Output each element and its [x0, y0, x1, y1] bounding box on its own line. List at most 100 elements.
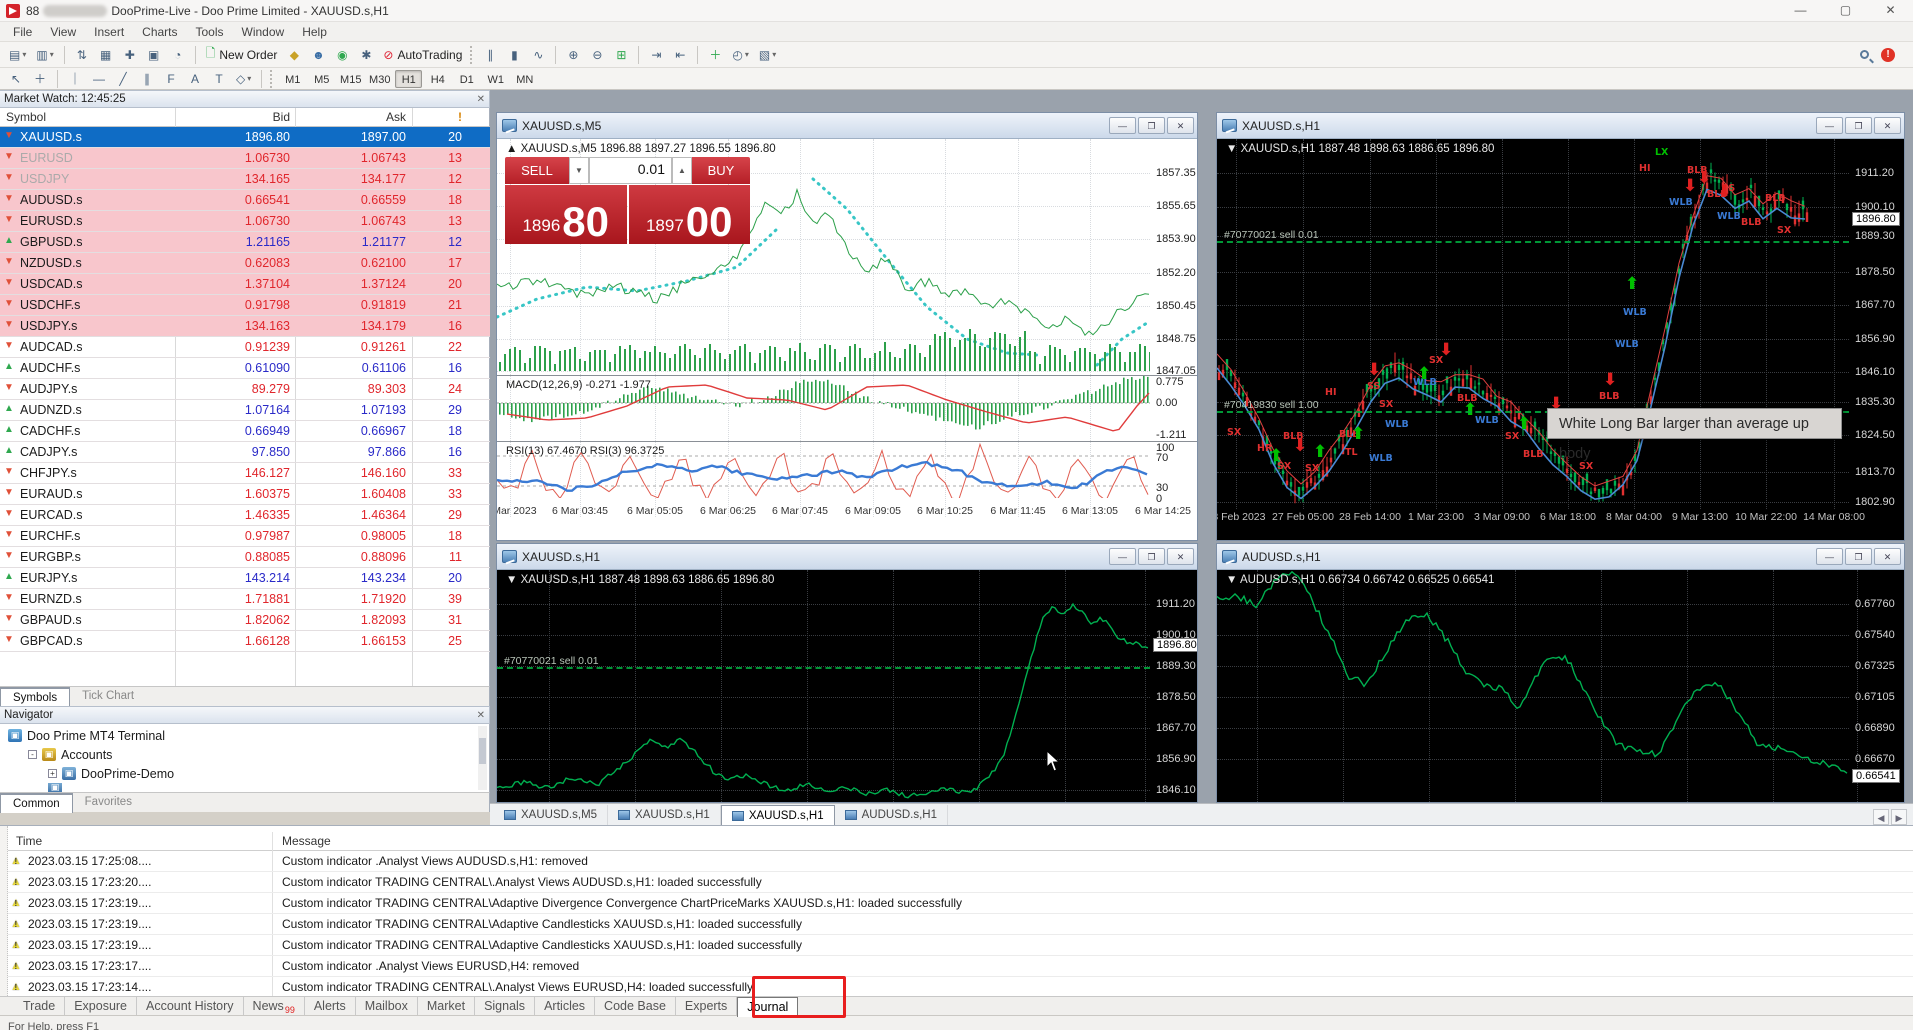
timeframe-h1[interactable]: H1 [395, 70, 422, 88]
timeframe-m5[interactable]: M5 [308, 70, 335, 88]
chart-minimize-button[interactable]: — [1109, 117, 1136, 134]
market-watch-row-euraud.s[interactable]: ▼EURAUD.s1.603751.6040833 [0, 484, 490, 505]
market-watch-row-gbpusd.s[interactable]: ▲GBPUSD.s1.211651.2117712 [0, 232, 490, 253]
chart-minimize-button[interactable]: — [1816, 548, 1843, 565]
options-button[interactable]: ✱ [355, 45, 377, 65]
candlesticks-button[interactable]: ▮ [503, 45, 525, 65]
journal-row[interactable]: 2023.03.15 17:23:19....Custom indicator … [8, 893, 1913, 914]
close-button[interactable]: ✕ [1868, 0, 1913, 21]
vertical-line-button[interactable]: ｜ [64, 69, 86, 89]
market-watch-row-audnzd.s[interactable]: ▲AUDNZD.s1.071641.0719329 [0, 400, 490, 421]
chart-canvas[interactable]: ▼ AUDUSD.s,H1 0.66734 0.66742 0.66525 0.… [1217, 570, 1904, 802]
market-watch-row-usdchf.s[interactable]: ▼USDCHF.s0.917980.9181921 [0, 295, 490, 316]
zoom-out-button[interactable]: ⊖ [586, 45, 608, 65]
chart-close-button[interactable]: ✕ [1167, 548, 1194, 565]
chart-close-button[interactable]: ✕ [1874, 548, 1901, 565]
chart-restore-button[interactable]: ❐ [1138, 117, 1165, 134]
journal-row[interactable]: 2023.03.15 17:23:20....Custom indicator … [8, 872, 1913, 893]
market-watch-row-cadjpy.s[interactable]: ▲CADJPY.s97.85097.86616 [0, 442, 490, 463]
market-watch-row-eurnzd.s[interactable]: ▼EURNZD.s1.718811.7192039 [0, 589, 490, 610]
timeframe-h4[interactable]: H4 [424, 70, 451, 88]
zoom-in-button[interactable]: ⊕ [562, 45, 584, 65]
navigator-button[interactable]: ✚ [119, 45, 141, 65]
signals-button[interactable]: ◉ [331, 45, 353, 65]
timeframe-mn[interactable]: MN [511, 70, 538, 88]
market-watch-row-gbpcad.s[interactable]: ▼GBPCAD.s1.661281.6615325 [0, 631, 490, 652]
periods-button[interactable]: ◴▾ [728, 45, 753, 65]
menu-tools[interactable]: Tools [187, 22, 233, 42]
chart-window-titlebar[interactable]: XAUUSD.s,M5—❐✕ [497, 113, 1197, 139]
journal-row[interactable]: 2023.03.15 17:25:08....Custom indicator … [8, 851, 1913, 872]
channel-button[interactable]: ∥ [136, 69, 158, 89]
text-button[interactable]: A [184, 69, 206, 89]
terminal-tab-articles[interactable]: Articles [535, 997, 595, 1017]
volume-decrease-button[interactable]: ▼ [569, 157, 589, 184]
chart-tab-2[interactable]: XAUUSD.s,H1 [721, 805, 835, 825]
terminal-tab-signals[interactable]: Signals [475, 997, 535, 1017]
chart-window-titlebar[interactable]: AUDUSD.s,H1—❐✕ [1217, 544, 1904, 570]
cursor-button[interactable]: ↖ [5, 69, 27, 89]
line-chart-button[interactable]: ∿ [527, 45, 549, 65]
menu-file[interactable]: File [4, 22, 41, 42]
chart-tab-1[interactable]: XAUUSD.s,H1 [608, 805, 721, 825]
terminal-tab-account-history[interactable]: Account History [137, 997, 244, 1017]
market-watch-row-eurgbp.s[interactable]: ▼EURGBP.s0.880850.8809611 [0, 547, 490, 568]
terminal-grip[interactable] [0, 826, 8, 1016]
menu-view[interactable]: View [41, 22, 85, 42]
timeframe-m15[interactable]: M15 [337, 70, 364, 88]
chart-minimize-button[interactable]: — [1109, 548, 1136, 565]
menu-insert[interactable]: Insert [85, 22, 133, 42]
market-watch-row-eurusd[interactable]: ▼EURUSD1.067301.0674313 [0, 148, 490, 169]
market-watch-close-icon[interactable]: ✕ [477, 94, 485, 105]
templates-button[interactable]: ▧▾ [755, 45, 780, 65]
fibonacci-button[interactable]: F [160, 69, 182, 89]
terminal-tab-alerts[interactable]: Alerts [305, 997, 356, 1017]
market-watch-row-audusd.s[interactable]: ▼AUDUSD.s0.665410.6655918 [0, 190, 490, 211]
sell-button[interactable]: SELL [505, 157, 569, 184]
journal-row[interactable]: 2023.03.15 17:23:19....Custom indicator … [8, 935, 1913, 956]
indicators-button[interactable]: ＋ [704, 45, 726, 65]
chart-restore-button[interactable]: ❐ [1138, 548, 1165, 565]
metaeditor-button[interactable]: ◆ [283, 45, 305, 65]
mql5-community-button[interactable]: ☻ [307, 45, 329, 65]
text-label-button[interactable]: T [208, 69, 230, 89]
buy-button[interactable]: BUY [692, 157, 750, 184]
volume-increase-button[interactable]: ▲ [672, 157, 692, 184]
terminal-tab-market[interactable]: Market [418, 997, 475, 1017]
navigator-item-dooprime-demo[interactable]: +▣DooPrime-Demo [48, 764, 174, 783]
menu-help[interactable]: Help [293, 22, 336, 42]
chart-tab-3[interactable]: AUDUSD.s,H1 [835, 805, 948, 825]
buy-price-button[interactable]: 189700 [629, 185, 751, 244]
market-watch-row-chfjpy.s[interactable]: ▼CHFJPY.s146.127146.16033 [0, 463, 490, 484]
market-watch-row-nzdusd.s[interactable]: ▼NZDUSD.s0.620830.6210017 [0, 253, 490, 274]
market-watch-row-eurjpy.s[interactable]: ▲EURJPY.s143.214143.23420 [0, 568, 490, 589]
terminal-tab-code-base[interactable]: Code Base [595, 997, 676, 1017]
journal-row[interactable]: 2023.03.15 17:23:14....Custom indicator … [8, 977, 1913, 996]
chart-window-titlebar[interactable]: XAUUSD.s,H1—❐✕ [1217, 113, 1904, 139]
market-watch-row-usdcad.s[interactable]: ▼USDCAD.s1.371041.3712420 [0, 274, 490, 295]
menu-charts[interactable]: Charts [133, 22, 186, 42]
terminal-tab-news[interactable]: News99 [244, 997, 305, 1017]
chart-window-titlebar[interactable]: XAUUSD.s,H1—❐✕ [497, 544, 1197, 570]
tab-scroll-left-icon[interactable]: ◀ [1873, 809, 1889, 825]
market-watch-row-audcad.s[interactable]: ▼AUDCAD.s0.912390.9126122 [0, 337, 490, 358]
bar-chart-button[interactable]: ∥ [479, 45, 501, 65]
data-window-button[interactable]: ▦ [95, 45, 117, 65]
navigator-item-accounts[interactable]: -▣Accounts [28, 745, 112, 764]
navigator-item-doo-prime-mt4-terminal[interactable]: ▣Doo Prime MT4 Terminal [8, 726, 165, 745]
timeframe-d1[interactable]: D1 [453, 70, 480, 88]
market-watch-row-eurusd.s[interactable]: ▼EURUSD.s1.067301.0674313 [0, 211, 490, 232]
terminal-tab-experts[interactable]: Experts [676, 997, 737, 1017]
strategy-tester-button[interactable]: ◔ [167, 45, 189, 65]
timeframe-m1[interactable]: M1 [279, 70, 306, 88]
chart-close-button[interactable]: ✕ [1874, 117, 1901, 134]
minimize-button[interactable]: — [1778, 0, 1823, 21]
market-watch-row-usdjpy.s[interactable]: ▼USDJPY.s134.163134.17916 [0, 316, 490, 337]
chart-shift-button[interactable]: ⇤ [669, 45, 691, 65]
timeframe-w1[interactable]: W1 [482, 70, 509, 88]
horizontal-line-button[interactable]: — [88, 69, 110, 89]
navigator-close-icon[interactable]: ✕ [477, 710, 485, 721]
terminal-tab-exposure[interactable]: Exposure [65, 997, 137, 1017]
navigator-tab-common[interactable]: Common [0, 793, 73, 813]
market-watch-row-eurcad.s[interactable]: ▼EURCAD.s1.463351.4636429 [0, 505, 490, 526]
